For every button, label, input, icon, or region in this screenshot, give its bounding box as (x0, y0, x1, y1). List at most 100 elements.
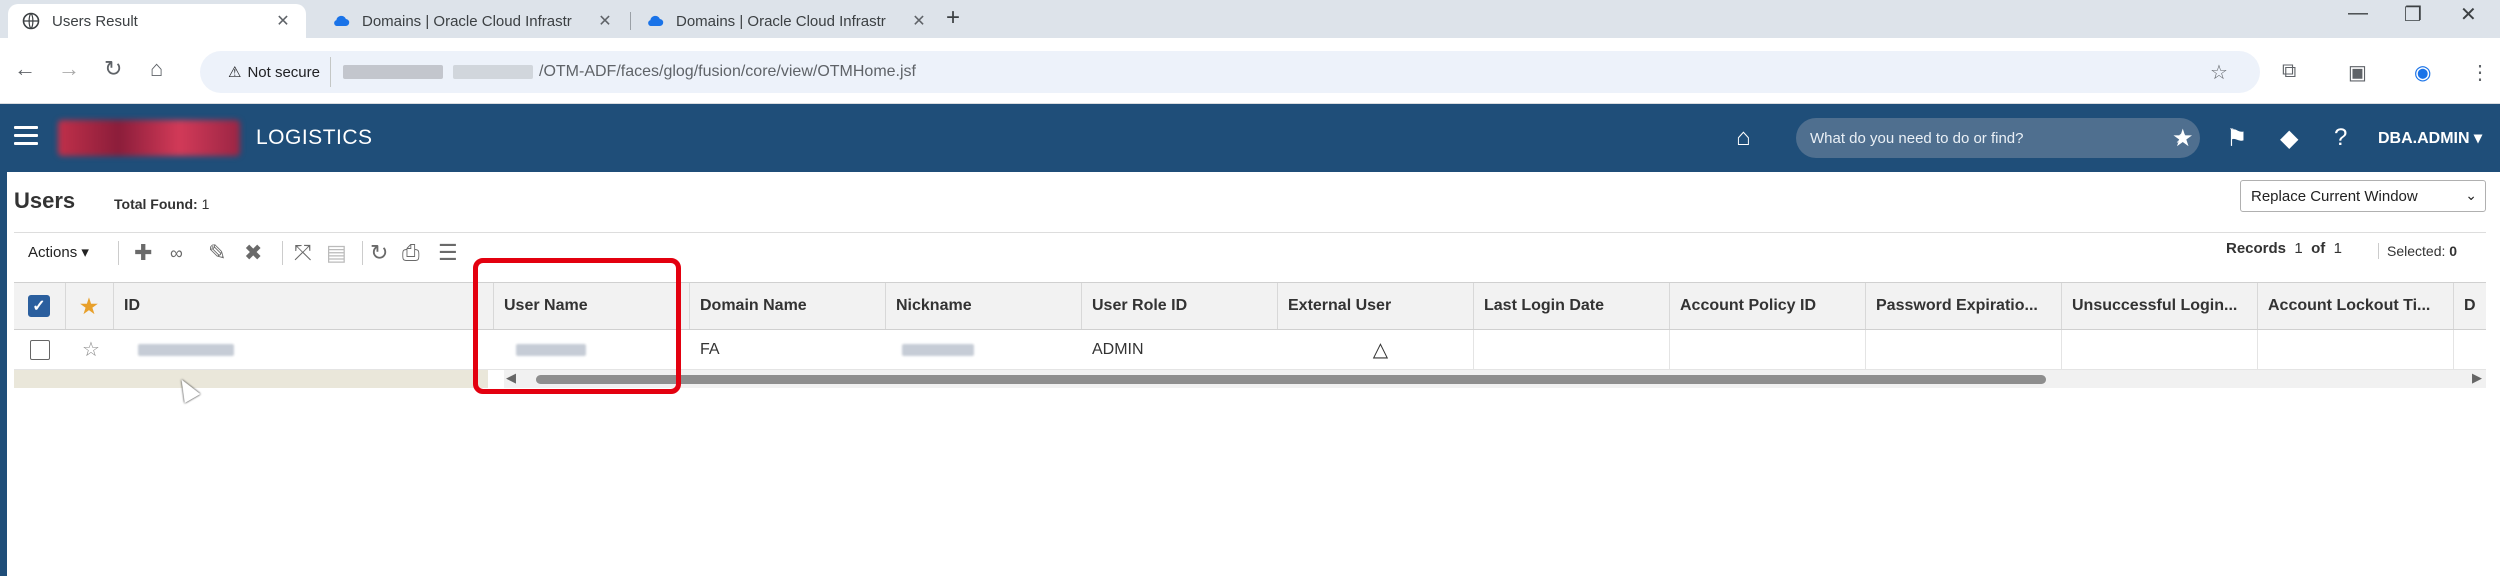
close-icon[interactable]: ✕ (596, 11, 614, 31)
url-field[interactable]: ⚠ Not secure /OTM-ADF/faces/glog/fusion/… (200, 51, 2260, 93)
horizontal-scrollbar[interactable]: ◀ ▶ (504, 370, 2486, 388)
tab-title: Users Result (52, 12, 138, 30)
restore-icon[interactable]: ❐ (2404, 2, 2422, 27)
minimize-icon[interactable]: — (2348, 2, 2368, 25)
close-icon[interactable]: ✕ (910, 11, 928, 31)
column-header-nickname[interactable]: Nickname (886, 283, 1082, 329)
select-all-checkbox[interactable]: ✓ (14, 283, 66, 329)
favorite-column-header: ★ (66, 283, 114, 329)
cell-password-expiration (1866, 330, 2062, 369)
selected-counter: Selected: 0 (2378, 243, 2457, 259)
global-search-input[interactable]: What do you need to do or find? ⌕ (1796, 118, 2200, 158)
bookmark-star-icon[interactable]: ☆ (2210, 60, 2228, 85)
delete-icon[interactable]: ✖ (244, 240, 262, 266)
app-name: LOGISTICS (256, 126, 373, 149)
warning-icon: ⚠ (228, 64, 242, 81)
refresh-icon[interactable]: ↻ (370, 240, 388, 266)
print-icon[interactable]: ⎙ (402, 240, 420, 266)
view-icon[interactable]: ∞ (170, 243, 183, 264)
row-favorite-star[interactable]: ☆ (66, 330, 114, 369)
column-header-domain-name[interactable]: Domain Name (690, 283, 886, 329)
security-indicator[interactable]: ⚠ Not secure (218, 57, 331, 87)
warning-triangle-icon: △ (1372, 339, 1389, 361)
new-tab-icon[interactable]: + (946, 4, 960, 32)
scroll-right-icon[interactable]: ▶ (2472, 370, 2482, 386)
records-counter: Records 1 of 1 (2226, 240, 2342, 257)
column-header-truncated[interactable]: D (2454, 283, 2486, 329)
tab-search-icon[interactable]: ▣ (2348, 60, 2367, 85)
cell-id[interactable] (114, 330, 494, 369)
export-icon[interactable]: ▤ (326, 240, 347, 266)
user-menu[interactable]: DBA.ADMIN ▾ (2378, 128, 2482, 148)
table-header-row: ✓ ★ ID User Name Domain Name Nickname Us… (14, 282, 2486, 330)
cloud-icon (646, 12, 664, 30)
cloud-icon (332, 12, 350, 30)
cell-account-lockout (2258, 330, 2454, 369)
close-window-icon[interactable]: ✕ (2460, 2, 2477, 27)
search-placeholder: What do you need to do or find? (1810, 129, 2024, 147)
not-secure-label: Not secure (247, 63, 320, 81)
home-icon[interactable]: ⌂ (1736, 124, 1751, 152)
column-header-user-role-id[interactable]: User Role ID (1082, 283, 1278, 329)
tab-users-result[interactable]: Users Result ✕ (8, 4, 306, 38)
toolbar-separator (118, 241, 119, 265)
flag-icon[interactable]: ⚑ (2226, 124, 2248, 153)
column-header-last-login-date[interactable]: Last Login Date (1474, 283, 1670, 329)
menu-kebab-icon[interactable]: ⋮ (2470, 60, 2490, 85)
home-icon[interactable]: ⌂ (150, 56, 163, 82)
cell-external-user: △ (1278, 330, 1474, 369)
close-icon[interactable]: ✕ (274, 11, 292, 31)
notifications-icon[interactable]: ◆ (2280, 124, 2298, 153)
cell-last-login-date (1474, 330, 1670, 369)
company-logo (58, 120, 240, 156)
forward-icon[interactable]: → (58, 56, 80, 82)
tab-domains-1[interactable]: Domains | Oracle Cloud Infrastr ✕ (318, 4, 628, 38)
redacted-id (138, 343, 234, 356)
cell-account-policy-id (1670, 330, 1866, 369)
edit-icon[interactable]: ✎ (208, 240, 226, 266)
table-row[interactable]: ☆ FA ADMIN △ (14, 330, 2486, 370)
browser-tab-strip: Users Result ✕ Domains | Oracle Cloud In… (0, 0, 2500, 38)
tab-domains-2[interactable]: Domains | Oracle Cloud Infrastr ✕ (632, 4, 942, 38)
frozen-columns-scroll-area (14, 370, 488, 388)
toolbar-separator (282, 241, 283, 265)
actions-menu[interactable]: Actions ▾ (28, 243, 89, 261)
column-header-id[interactable]: ID (114, 283, 494, 329)
merge-icon[interactable]: ⤧ (294, 240, 312, 266)
app-header: LOGISTICS ⌂ What do you need to do or fi… (0, 104, 2500, 172)
extensions-icon[interactable]: ⧉ (2282, 60, 2296, 83)
cell-user-role-id[interactable]: ADMIN (1082, 330, 1278, 369)
row-checkbox[interactable] (14, 330, 66, 369)
cell-unsuccessful-login (2062, 330, 2258, 369)
help-icon[interactable]: ? (2334, 124, 2347, 152)
columns-icon[interactable]: ☰ (438, 240, 458, 266)
column-header-unsuccessful-login[interactable]: Unsuccessful Login... (2062, 283, 2258, 329)
star-outline-icon: ☆ (82, 339, 100, 361)
favorites-star-icon[interactable]: ★ (2172, 124, 2194, 153)
column-header-account-lockout[interactable]: Account Lockout Ti... (2258, 283, 2454, 329)
profile-icon[interactable]: ◉ (2414, 60, 2431, 85)
address-bar-row: ← → ↻ ⌂ ⚠ Not secure /OTM-ADF/faces/glog… (0, 38, 2500, 104)
cell-domain-name: FA (700, 340, 720, 358)
url-path: /OTM-ADF/faces/glog/fusion/core/view/OTM… (539, 63, 916, 80)
cell-nickname (886, 330, 1082, 369)
back-icon[interactable]: ← (14, 56, 36, 82)
column-header-password-expiration[interactable]: Password Expiratio... (1866, 283, 2062, 329)
window-mode-value: Replace Current Window (2251, 187, 2418, 205)
user-name-highlight-box (473, 258, 681, 394)
tab-title: Domains | Oracle Cloud Infrastr (362, 12, 572, 30)
results-toolbar: Actions ▾ ✚ ∞ ✎ ✖ ⤧ ▤ ↻ ⎙ ☰ (14, 232, 2486, 272)
page-title: Users (14, 188, 76, 213)
column-header-account-policy-id[interactable]: Account Policy ID (1670, 283, 1866, 329)
add-icon[interactable]: ✚ (134, 240, 152, 266)
tab-title: Domains | Oracle Cloud Infrastr (676, 12, 886, 30)
hamburger-menu-icon[interactable] (14, 126, 38, 146)
left-edge-bar (0, 172, 7, 576)
redacted-host (453, 65, 533, 79)
reload-icon[interactable]: ↻ (104, 56, 122, 82)
window-mode-select[interactable]: Replace Current Window ⌄ (2240, 180, 2486, 212)
scrollbar-thumb[interactable] (536, 375, 2046, 384)
checkmark-icon: ✓ (28, 295, 50, 317)
toolbar-separator (362, 241, 363, 265)
column-header-external-user[interactable]: External User (1278, 283, 1474, 329)
